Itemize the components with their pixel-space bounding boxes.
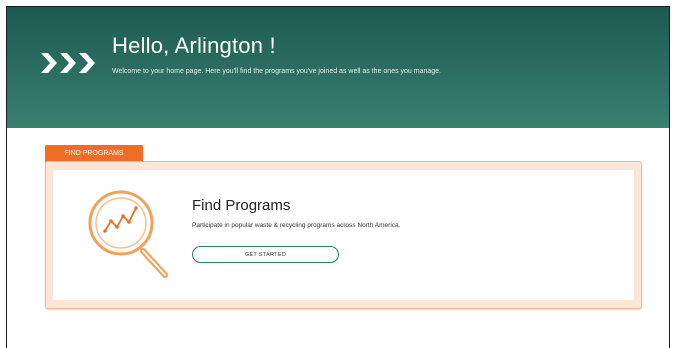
magnifier-chart-icon [88, 190, 168, 278]
app-frame: Hello, Arlington ! Welcome to your home … [6, 6, 670, 348]
card-title: Find Programs [192, 197, 291, 214]
get-started-button[interactable]: GET STARTED [192, 246, 339, 263]
welcome-subtitle: Welcome to your home page. Here you'll f… [112, 68, 442, 75]
triple-chevron-right-icon [41, 53, 95, 73]
card-description: Participate in popular waste & recycling… [192, 222, 401, 229]
page-title: Hello, Arlington ! [112, 33, 276, 58]
find-programs-tab[interactable]: FIND PROGRAMS [45, 145, 143, 162]
find-programs-card-body: Find Programs Participate in popular was… [53, 170, 634, 300]
welcome-banner: Hello, Arlington ! Welcome to your home … [7, 7, 669, 128]
find-programs-card: Find Programs Participate in popular was… [45, 161, 642, 309]
